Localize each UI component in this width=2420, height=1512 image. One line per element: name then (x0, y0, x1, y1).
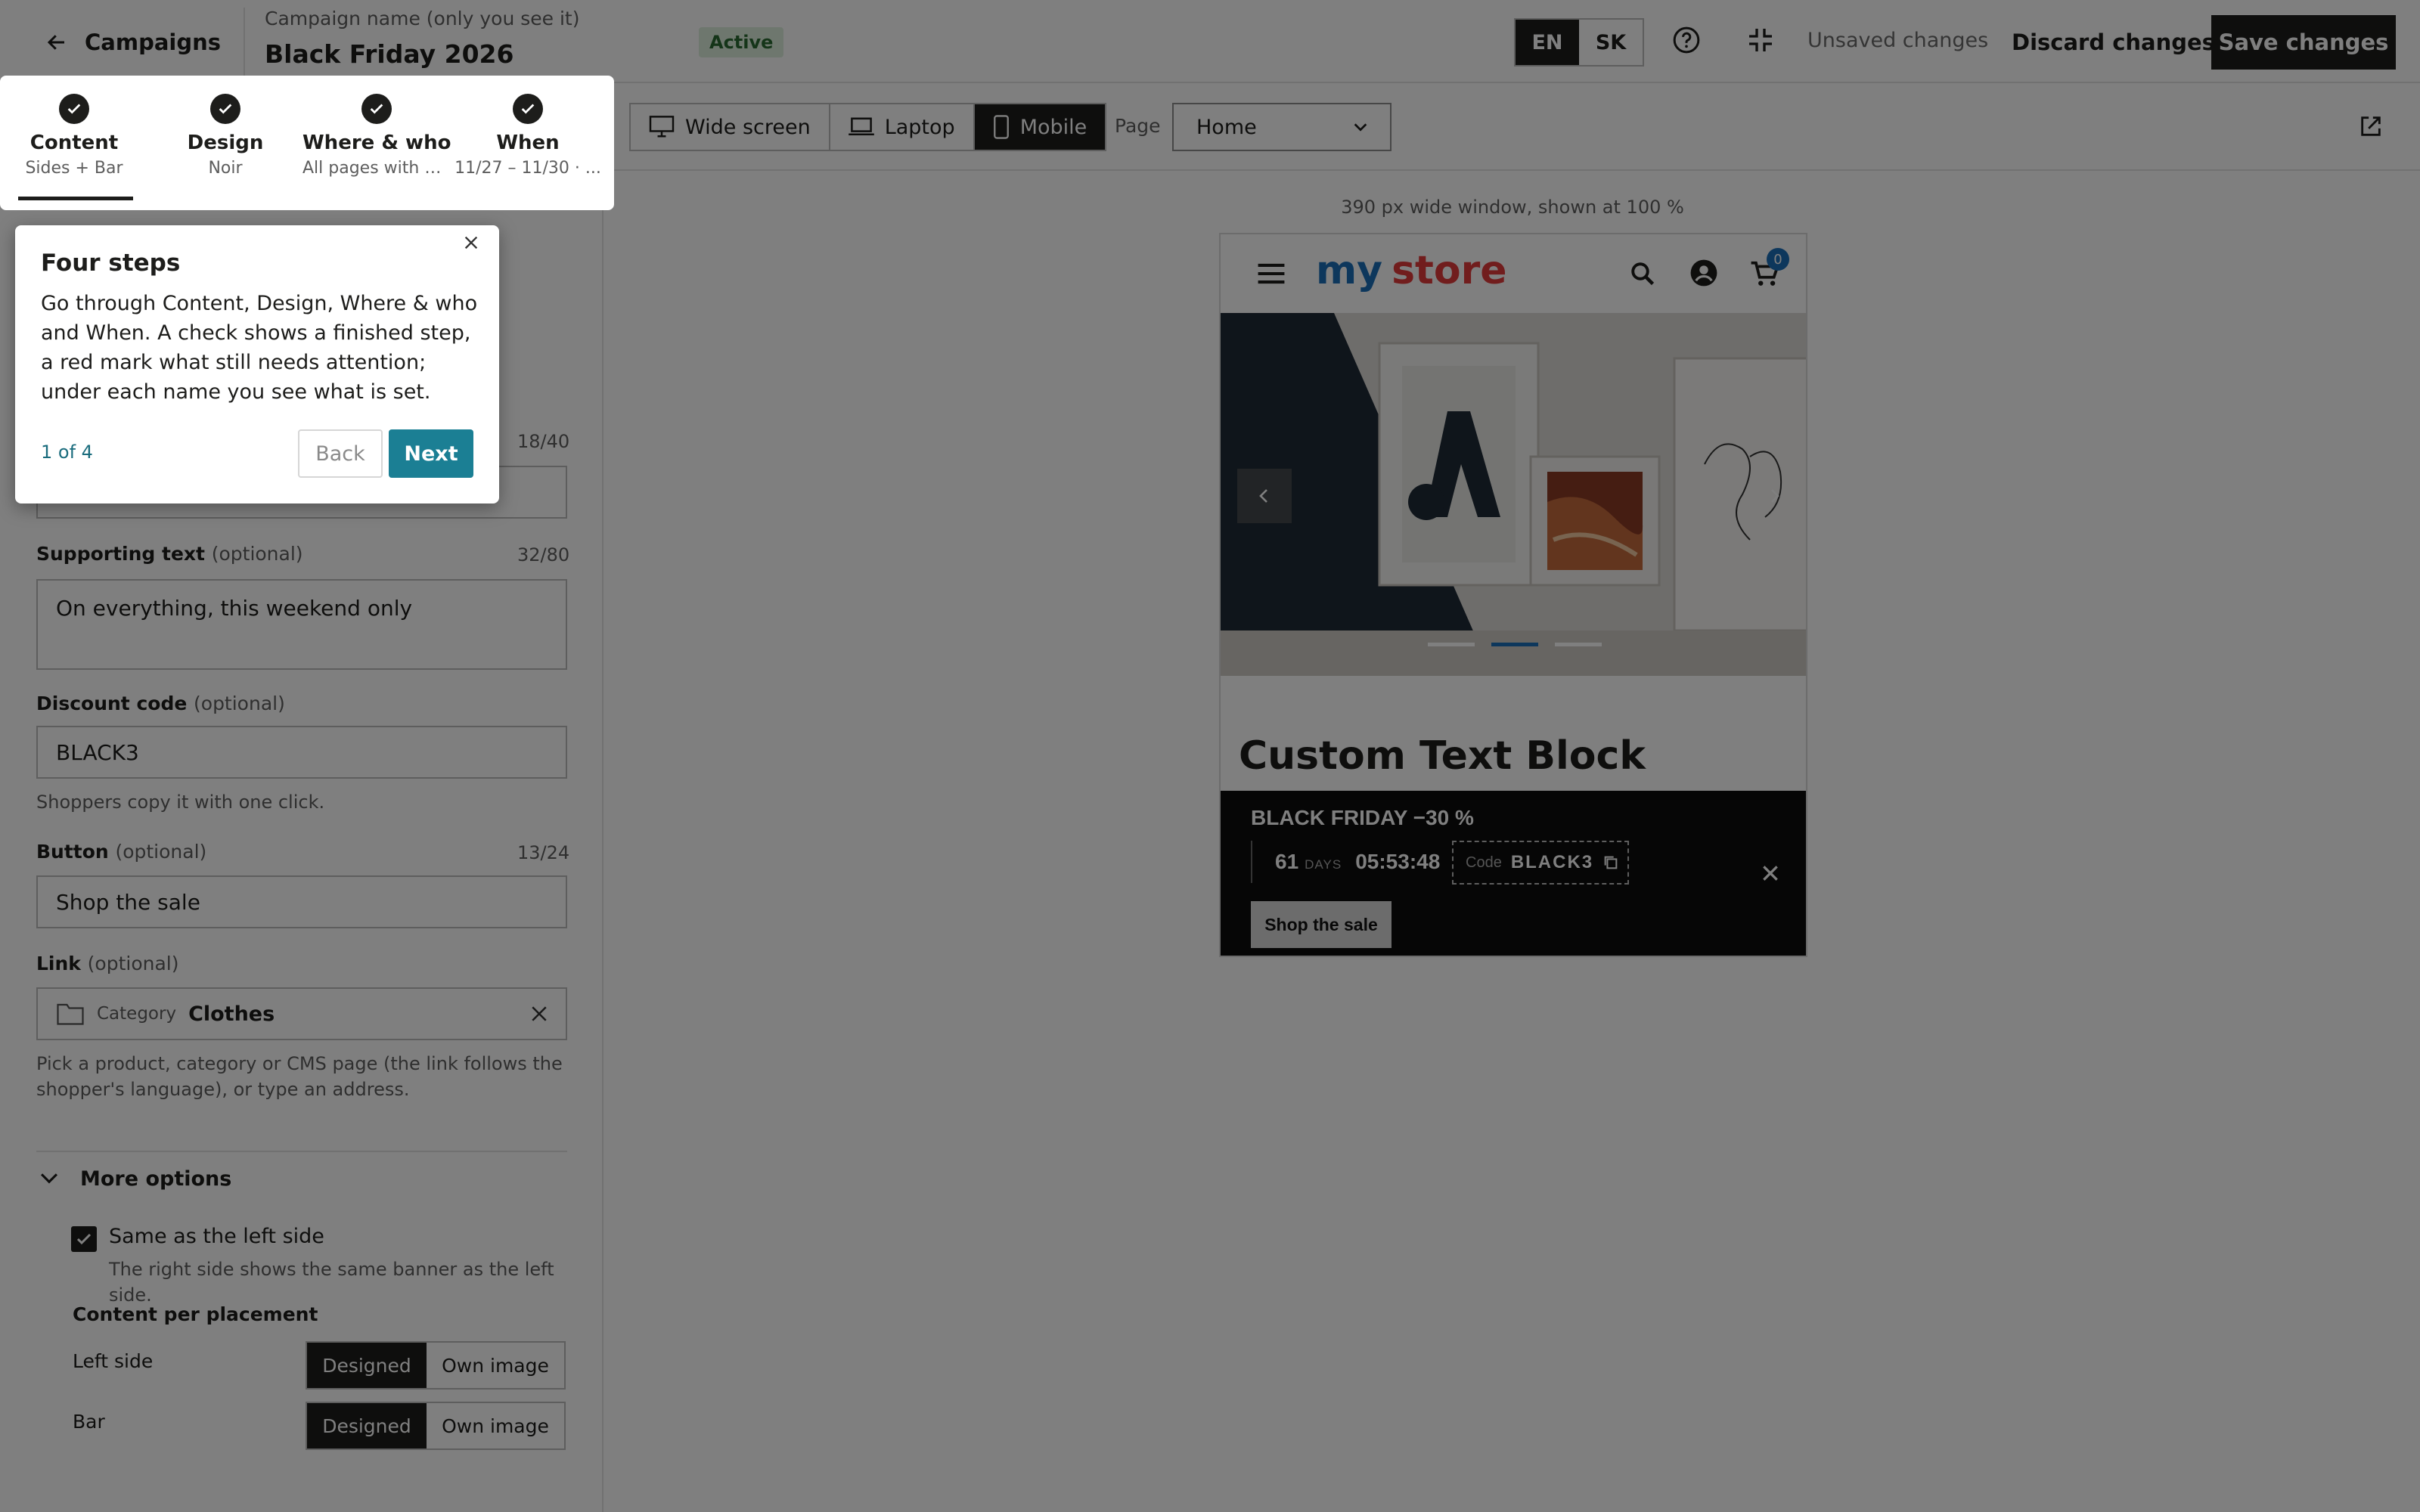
coach-back-button[interactable]: Back (298, 429, 383, 478)
step-summary: All pages with ex... (302, 159, 451, 178)
coach-step-counter: 1 of 4 (41, 442, 93, 463)
step-tab-content[interactable]: Content Sides + Bar (0, 94, 148, 178)
step-name: When (496, 132, 560, 154)
coach-close-icon[interactable] (463, 234, 479, 251)
coach-mark-card: Four steps Go through Content, Design, W… (15, 225, 499, 503)
step-summary: Noir (208, 159, 243, 178)
check-icon (361, 94, 392, 124)
step-summary: Sides + Bar (25, 159, 123, 178)
step-summary: 11/27 – 11/30 · ... (455, 159, 601, 178)
step-name: Design (187, 132, 264, 154)
step-tab-where-who[interactable]: Where & who All pages with ex... (302, 94, 451, 178)
coach-body: Go through Content, Design, Where & who … (41, 292, 478, 404)
step-tab-design[interactable]: Design Noir (151, 94, 299, 178)
step-tab-when[interactable]: When 11/27 – 11/30 · ... (454, 94, 602, 178)
check-icon (59, 94, 89, 124)
coach-title: Four steps (41, 249, 181, 277)
check-icon (513, 94, 543, 124)
check-icon (210, 94, 240, 124)
active-step-indicator (18, 197, 133, 200)
steps-tabs: Content Sides + Bar Design Noir Where & … (0, 76, 614, 210)
coach-next-button[interactable]: Next (389, 429, 473, 478)
step-name: Where & who (302, 132, 451, 154)
step-name: Content (29, 132, 119, 154)
